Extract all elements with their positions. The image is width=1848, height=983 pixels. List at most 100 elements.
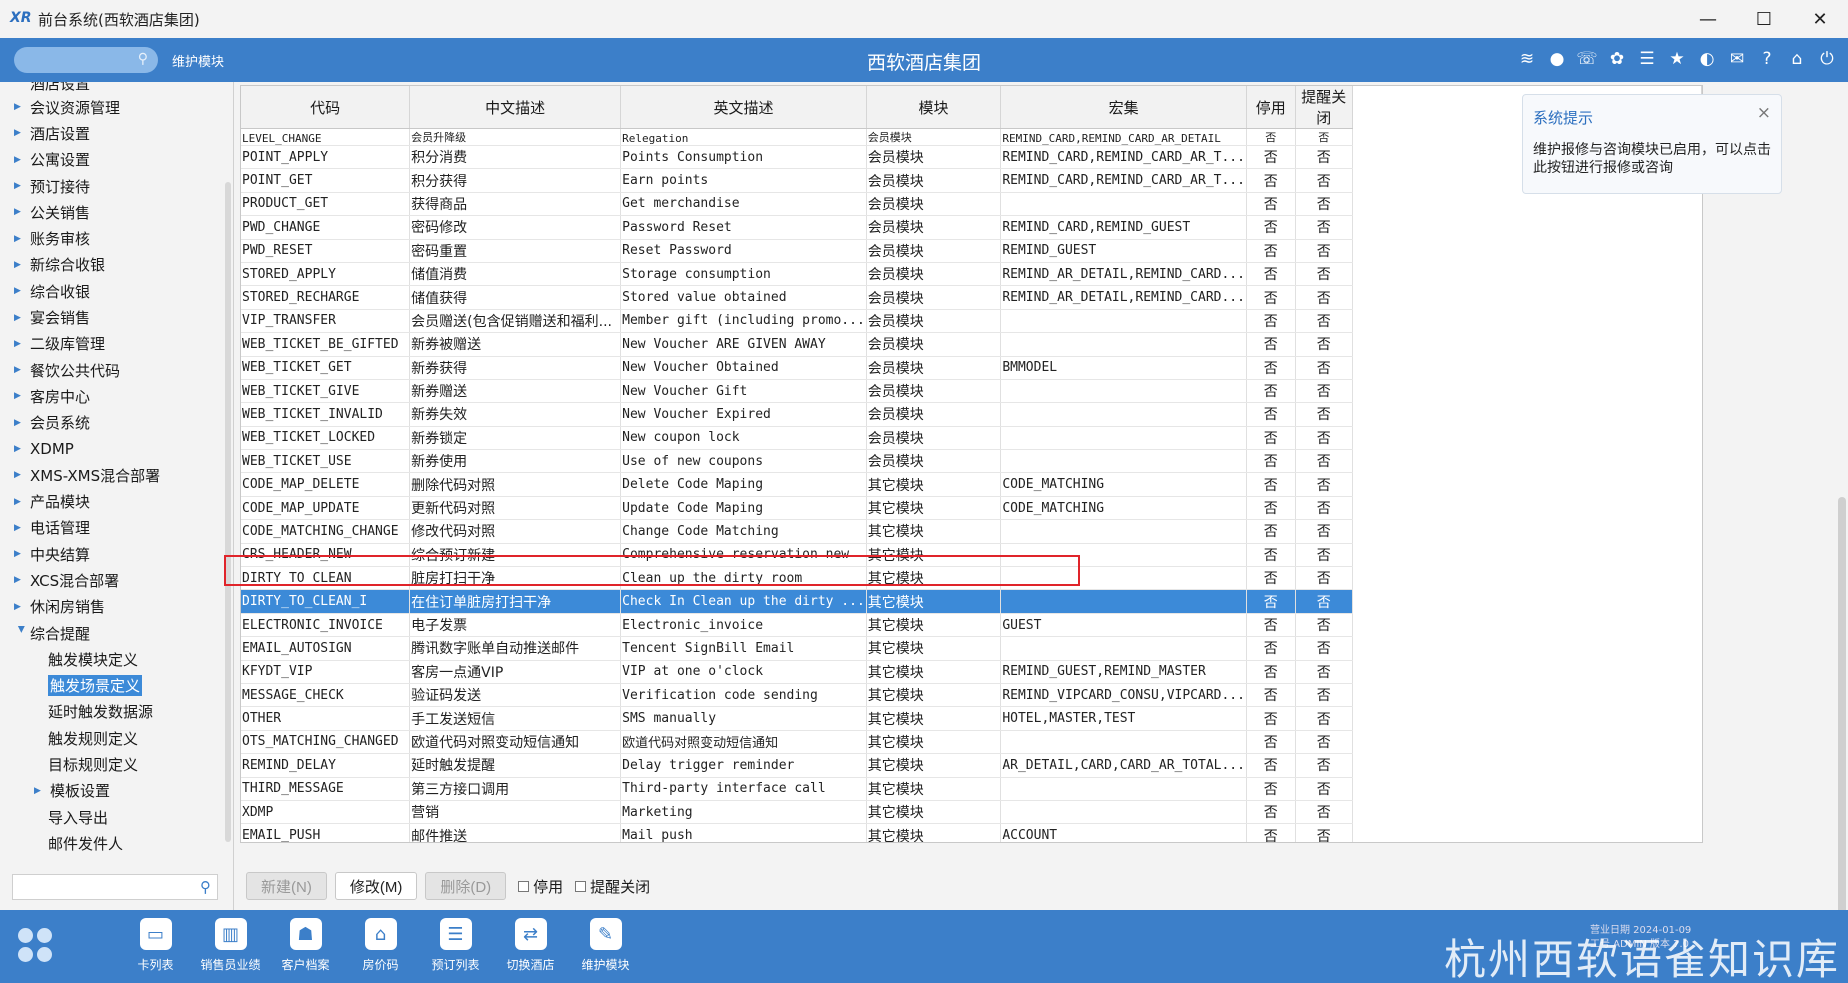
table-cell[interactable]: 否: [1295, 145, 1353, 170]
table-cell[interactable]: 其它模块: [866, 683, 1002, 708]
table-cell[interactable]: 会员模块: [866, 215, 1002, 240]
close-button[interactable]: ✕: [1792, 0, 1848, 38]
table-cell[interactable]: CODE_MAP_DELETE: [241, 472, 411, 497]
caret-right-icon[interactable]: ▶: [14, 391, 28, 401]
sidebar-subitem[interactable]: 触发模块定义: [0, 646, 222, 672]
table-cell[interactable]: 电子发票: [409, 613, 622, 638]
table-cell[interactable]: 否: [1246, 285, 1296, 310]
table-cell[interactable]: 欧道代码对照变动短信通知: [620, 730, 867, 755]
table-cell[interactable]: 否: [1295, 402, 1353, 427]
table-cell[interactable]: [1000, 449, 1247, 474]
table-row[interactable]: WEB_TICKET_INVALID 新券失效 New Voucher Expire…: [241, 402, 1702, 427]
table-cell[interactable]: 营销: [409, 800, 622, 825]
table-cell[interactable]: 否: [1295, 192, 1353, 217]
remind-close-checkbox[interactable]: 提醒关闭: [575, 876, 650, 897]
table-cell[interactable]: 否: [1295, 753, 1353, 778]
caret-right-icon[interactable]: ▶: [34, 786, 48, 796]
table-row[interactable]: DIRTY_TO_CLEAN 脏房打扫干净 Clean up the dirty r…: [241, 566, 1702, 591]
table-cell[interactable]: 否: [1295, 332, 1353, 357]
column-header[interactable]: 模块: [866, 86, 1002, 129]
sidebar-subitem[interactable]: 邮件发件人: [0, 830, 222, 856]
table-cell[interactable]: REMIND_GUEST: [1000, 239, 1247, 263]
table-cell[interactable]: [1000, 192, 1247, 217]
table-cell[interactable]: Delete Code Maping: [620, 472, 867, 497]
table-cell[interactable]: 其它模块: [866, 566, 1002, 591]
table-cell[interactable]: WEB_TICKET_LOCKED: [241, 426, 411, 451]
table-cell[interactable]: WEB_TICKET_INVALID: [241, 402, 411, 427]
table-cell[interactable]: 否: [1246, 472, 1296, 497]
table-cell[interactable]: Mail push: [620, 823, 867, 842]
table-cell[interactable]: 会员升降级: [409, 128, 622, 146]
caret-right-icon[interactable]: ▶: [14, 128, 28, 138]
sidebar-item[interactable]: ▶ 二级库管理: [0, 331, 222, 357]
table-cell[interactable]: VIP at one o'clock: [620, 660, 867, 684]
table-cell[interactable]: 其它模块: [866, 472, 1002, 497]
table-cell[interactable]: 腾讯数字账单自动推送邮件: [409, 636, 622, 661]
table-cell[interactable]: 会员模块: [866, 145, 1002, 170]
table-cell[interactable]: Comprehensive reservation new: [620, 543, 867, 568]
table-cell[interactable]: 修改代码对照: [409, 519, 622, 544]
sidebar-subitem[interactable]: ▶ 模板设置: [0, 778, 222, 804]
table-cell[interactable]: 否: [1246, 332, 1296, 357]
table-cell[interactable]: 否: [1295, 800, 1353, 825]
table-cell[interactable]: 手工发送短信: [409, 706, 622, 731]
table-row[interactable]: THIRD_MESSAGE 第三方接口调用 Third-party interfac…: [241, 777, 1702, 801]
table-row[interactable]: WEB_TICKET_BE_GIFTED 新券被赠送 New Voucher ARE…: [241, 332, 1702, 357]
table-cell[interactable]: 否: [1246, 449, 1296, 474]
card-icon[interactable]: ▭: [139, 918, 172, 950]
table-row[interactable]: PWD_CHANGE 密码修改 Password Reset 会员模块 REMIND_C…: [241, 215, 1702, 240]
global-search-input[interactable]: ⚲: [14, 47, 158, 73]
table-row[interactable]: EMAIL_PUSH 邮件推送 Mail push 其它模块 ACCOUNT 否否: [241, 823, 1702, 842]
profile-icon[interactable]: ☗: [289, 918, 322, 950]
column-header[interactable]: 宏集: [1000, 86, 1247, 129]
sidebar-item[interactable]: ▶ 宴会销售: [0, 304, 222, 330]
home-icon[interactable]: ⌂: [1786, 48, 1808, 70]
table-cell[interactable]: New coupon lock: [620, 426, 867, 451]
sidebar-search-input[interactable]: ⚲: [12, 874, 218, 900]
table-cell[interactable]: 欧道代码对照变动短信通知: [409, 730, 622, 755]
caret-right-icon[interactable]: ▶: [16, 626, 26, 640]
taskbar-item[interactable]: ✎ 维护模块: [568, 918, 643, 973]
table-cell[interactable]: 否: [1246, 753, 1296, 778]
sidebar-item[interactable]: ▶ XDMP: [0, 436, 222, 462]
table-cell[interactable]: WEB_TICKET_USE: [241, 449, 411, 474]
table-row[interactable]: OTS_MATCHING_CHANGED 欧道代码对照变动短信通知 欧道代码对照变动…: [241, 730, 1702, 755]
table-cell[interactable]: 否: [1295, 823, 1353, 842]
sidebar-item[interactable]: ▶ 会议资源管理: [0, 94, 222, 120]
table-cell[interactable]: [1000, 777, 1247, 801]
table-cell[interactable]: Check In Clean up the dirty ...: [620, 589, 867, 614]
table-cell[interactable]: Get merchandise: [620, 192, 867, 217]
table-cell[interactable]: CRS_HEADER_NEW: [241, 543, 411, 568]
table-row[interactable]: WEB_TICKET_GET 新券获得 New Voucher Obtained 会员…: [241, 356, 1702, 380]
sidebar-scrollbar[interactable]: [225, 182, 231, 842]
taskbar-item[interactable]: ⌂ 房价码: [343, 918, 418, 973]
table-cell[interactable]: 否: [1246, 683, 1296, 708]
table-cell[interactable]: 会员模块: [866, 168, 1002, 193]
sidebar-item[interactable]: ▶ 公关销售: [0, 199, 222, 225]
table-cell[interactable]: 新券使用: [409, 449, 622, 474]
table-cell[interactable]: 其它模块: [866, 800, 1002, 825]
edit-button[interactable]: 修改(M): [334, 872, 418, 900]
table-cell[interactable]: DIRTY_TO_CLEAN: [241, 566, 411, 591]
maximize-button[interactable]: ☐: [1736, 0, 1792, 38]
table-cell[interactable]: 会员模块: [866, 402, 1002, 427]
table-cell[interactable]: 新券失效: [409, 402, 622, 427]
table-cell[interactable]: HOTEL,MASTER,TEST: [1000, 706, 1247, 731]
table-cell[interactable]: XDMP: [241, 800, 411, 825]
table-cell[interactable]: PWD_RESET: [241, 239, 411, 263]
table-cell[interactable]: New Voucher ARE GIVEN AWAY: [620, 332, 867, 357]
table-cell[interactable]: Marketing: [620, 800, 867, 825]
table-cell[interactable]: EMAIL_PUSH: [241, 823, 411, 842]
table-cell[interactable]: 否: [1295, 449, 1353, 474]
table-row[interactable]: LEVEL_CHANGE 会员升降级 Relegation 会员模块 REMIND_CA…: [241, 128, 1702, 146]
sidebar-item[interactable]: ▶ 账务审核: [0, 225, 222, 251]
table-cell[interactable]: 否: [1295, 636, 1353, 661]
table-row[interactable]: CODE_MAP_UPDATE 更新代码对照 Update Code Maping 其…: [241, 496, 1702, 521]
sidebar-item[interactable]: ▶ 客房中心: [0, 383, 222, 409]
caret-right-icon[interactable]: ▶: [14, 207, 28, 217]
table-cell[interactable]: 其它模块: [866, 636, 1002, 661]
table-row[interactable]: CODE_MATCHING_CHANGE 修改代码对照 Change Code Ma…: [241, 519, 1702, 544]
sidebar-item[interactable]: ▶ XMS-XMS混合部署: [0, 462, 222, 488]
table-cell[interactable]: 否: [1295, 215, 1353, 240]
table-cell[interactable]: REMIND_CARD,REMIND_GUEST: [1000, 215, 1247, 240]
